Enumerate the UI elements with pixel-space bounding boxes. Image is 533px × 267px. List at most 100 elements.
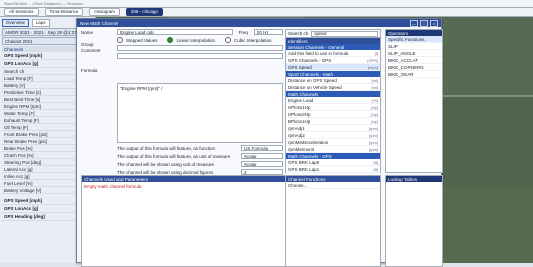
- window-titlebar: RaceStudio3 ... (Time-Distance) — Sessio…: [0, 0, 533, 8]
- formula-options: The output of this formula will feature,…: [117, 145, 283, 177]
- time-distance-tab[interactable]: Time-Distance: [44, 8, 84, 16]
- operators-list[interactable]: Specific Functions SLIP SLIP_ANGLE BIKE_ACC…: [386, 36, 442, 78]
- interp-linear[interactable]: Linear Interpolation: [167, 37, 215, 43]
- bottom-channel-label: GPS Heading [deg]: [4, 214, 45, 219]
- identifier-unit: [rpm]: [368, 139, 378, 145]
- identifier-item[interactable]: rpmAdj2 [rpm]: [286, 132, 380, 139]
- radio-linear[interactable]: [167, 37, 174, 43]
- identifier-item[interactable]: GPS Speed [mph]: [286, 64, 380, 71]
- option-output-unit[interactable]: Scalar: [241, 153, 283, 159]
- group-input[interactable]: [117, 45, 283, 51]
- identifier-unit: [mph]: [367, 64, 378, 70]
- operators-panel: Operators Specific Functions SLIP SLIP_ANG…: [385, 29, 443, 173]
- histogram-tab[interactable]: Histogram: [89, 8, 120, 16]
- identifier-unit: [hp]: [371, 104, 378, 110]
- identifier-unit: [%]: [372, 97, 378, 103]
- interp-stepped[interactable]: Stepped Values: [117, 37, 157, 43]
- channel-label: Brake Pos [%]: [4, 145, 33, 151]
- identifier-item[interactable]: Distance on GPS Speed [mi]: [286, 77, 380, 84]
- form-fields: Engine Load calc Freq 20 Hz Stepped Valu…: [117, 29, 283, 61]
- operator-item[interactable]: Specific Functions: [386, 36, 442, 43]
- identifier-item[interactable]: GPS BRK Lap1 [ft]: [286, 166, 380, 173]
- channel-label: Clutch Pos [%]: [4, 152, 34, 158]
- identifier-label: GPS BRK Lap1: [288, 166, 320, 172]
- identifier-label: HPloss2Hp: [288, 111, 311, 117]
- operator-item[interactable]: BIKE_ACCLAT: [386, 57, 442, 64]
- option-display-unit[interactable]: Scalar: [241, 161, 283, 167]
- operator-item[interactable]: BIKE_GEAR: [386, 71, 442, 78]
- operator-item[interactable]: BIKE_CORNERG: [386, 64, 442, 71]
- channel-label: Inline Acc [g]: [4, 173, 30, 179]
- tab-laps[interactable]: Laps: [31, 19, 50, 27]
- form-labels: Name Group Comment Formula: [81, 29, 111, 73]
- identifier-item[interactable]: BPloss1Hp [hp]: [286, 118, 380, 125]
- bottom-channel-label: GPS LonAcc [g]: [4, 206, 39, 211]
- identifier-label: GPS Speed: [288, 64, 312, 70]
- lookup-tables-panel: Lookup Tables: [385, 175, 443, 267]
- channel-label: GPS LonAcc [g]: [4, 61, 39, 66]
- all-sessions-pill[interactable]: All Sessions: [4, 8, 39, 16]
- formula-text: "Engine RPM [rpm]" /: [120, 86, 163, 91]
- identifier-unit: [rpm]: [368, 125, 378, 131]
- top-toolbar: All Sessions Time-Distance Histogram 206…: [0, 8, 533, 17]
- operator-item[interactable]: SLIP_ANGLE: [386, 50, 442, 57]
- channel-label: Fuel Level [%]: [4, 180, 33, 186]
- identifier-unit: [ft]: [373, 166, 378, 172]
- interp-cubic[interactable]: Cubic Interpolation: [224, 37, 272, 43]
- channel-label: Oil Temp [F]: [4, 124, 29, 130]
- identifiers-panel: Search ch speed Identifiers Session Chan…: [285, 29, 381, 178]
- minimize-icon[interactable]: —: [410, 19, 418, 27]
- identifier-item[interactable]: GPS Channels - GPS [GPS]: [286, 57, 380, 64]
- identifier-label: Distance on Vehicle Speed: [288, 84, 342, 90]
- identifier-item[interactable]: HPloss2Hp [hp]: [286, 111, 380, 118]
- identifier-item[interactable]: rpmAdj1 [rpm]: [286, 125, 380, 132]
- identifier-item[interactable]: HPloss1Hp [hp]: [286, 104, 380, 111]
- identifier-unit: [rpm]: [368, 146, 378, 152]
- identifier-label: HPloss1Hp: [288, 104, 311, 110]
- identifier-label: rpmAdj1: [288, 125, 305, 131]
- identifier-item[interactable]: rpmMeimunit [rpm]: [286, 146, 380, 153]
- formula-editor[interactable]: "Engine RPM [rpm]" /: [117, 83, 283, 143]
- close-icon[interactable]: ×: [430, 19, 438, 27]
- identifier-label: Add this field to use in formula: [288, 50, 349, 56]
- channel-label: Front Brake Pres [psi]: [4, 131, 48, 137]
- search-input[interactable]: speed: [311, 30, 378, 37]
- channel-label: Battery [V]: [4, 82, 26, 88]
- option-row: The channel will be shown using unit of …: [117, 161, 283, 167]
- channel-functions-choose[interactable]: Choose...: [286, 182, 380, 189]
- maximize-icon[interactable]: □: [420, 19, 428, 27]
- tab-overview[interactable]: Overview: [2, 19, 29, 27]
- window-title: RaceStudio3 ... (Time-Distance) — Sessio…: [4, 1, 84, 6]
- option-row: The output of this formula will feature,…: [117, 145, 283, 151]
- identifier-item[interactable]: Add this field to use in formula [f]: [286, 50, 380, 57]
- identifier-unit: [f]: [374, 50, 378, 56]
- channel-label: Predictive Time [s]: [4, 89, 41, 95]
- identifiers-list[interactable]: Session Channels - General Add this field…: [286, 44, 380, 178]
- new-math-channel-dialog: New Math Channel — □ × Name Group Commen…: [76, 18, 443, 267]
- session-line: AMOR 2021 · 2021 · Sep 28 @1:27 PM: [5, 29, 85, 35]
- channel-label: Load Temp [F]: [4, 75, 33, 81]
- operator-item[interactable]: SLIP: [386, 43, 442, 50]
- identifier-unit: [mi]: [371, 84, 378, 90]
- lookup-tables-header: Lookup Tables: [386, 176, 442, 182]
- identifier-item[interactable]: Engine Load [%]: [286, 97, 380, 104]
- channel-label: Exhaust Temp [F]: [4, 117, 39, 123]
- identifier-unit: [GPS]: [367, 57, 378, 63]
- identifier-label: Engine Load: [288, 97, 314, 103]
- freq-select[interactable]: 20 Hz: [253, 29, 283, 35]
- identifier-unit: [ft]: [373, 159, 378, 165]
- radio-stepped[interactable]: [117, 37, 123, 43]
- channel-functions-panel: Channel Functions Choose...: [285, 175, 381, 267]
- session-pill[interactable]: 206 - chicago: [125, 8, 163, 16]
- identifier-item[interactable]: rpmMeiDeceleration [rpm]: [286, 139, 380, 146]
- session-line-2: Chasis2 2021: [5, 38, 33, 44]
- option-output-function[interactable]: US Formula: [241, 145, 283, 151]
- radio-cubic[interactable]: [224, 37, 231, 43]
- dialog-body: Name Group Comment Formula Engine Load c…: [77, 27, 443, 267]
- identifier-item[interactable]: GPS BRK Lap0 [ft]: [286, 159, 380, 166]
- identifier-label: rpmMeiDeceleration: [288, 139, 329, 145]
- name-input[interactable]: Engine Load calc: [117, 29, 233, 35]
- identifier-item[interactable]: Distance on Vehicle Speed [mi]: [286, 84, 380, 91]
- comment-input[interactable]: [117, 53, 283, 59]
- identifier-unit: [mi]: [371, 77, 378, 83]
